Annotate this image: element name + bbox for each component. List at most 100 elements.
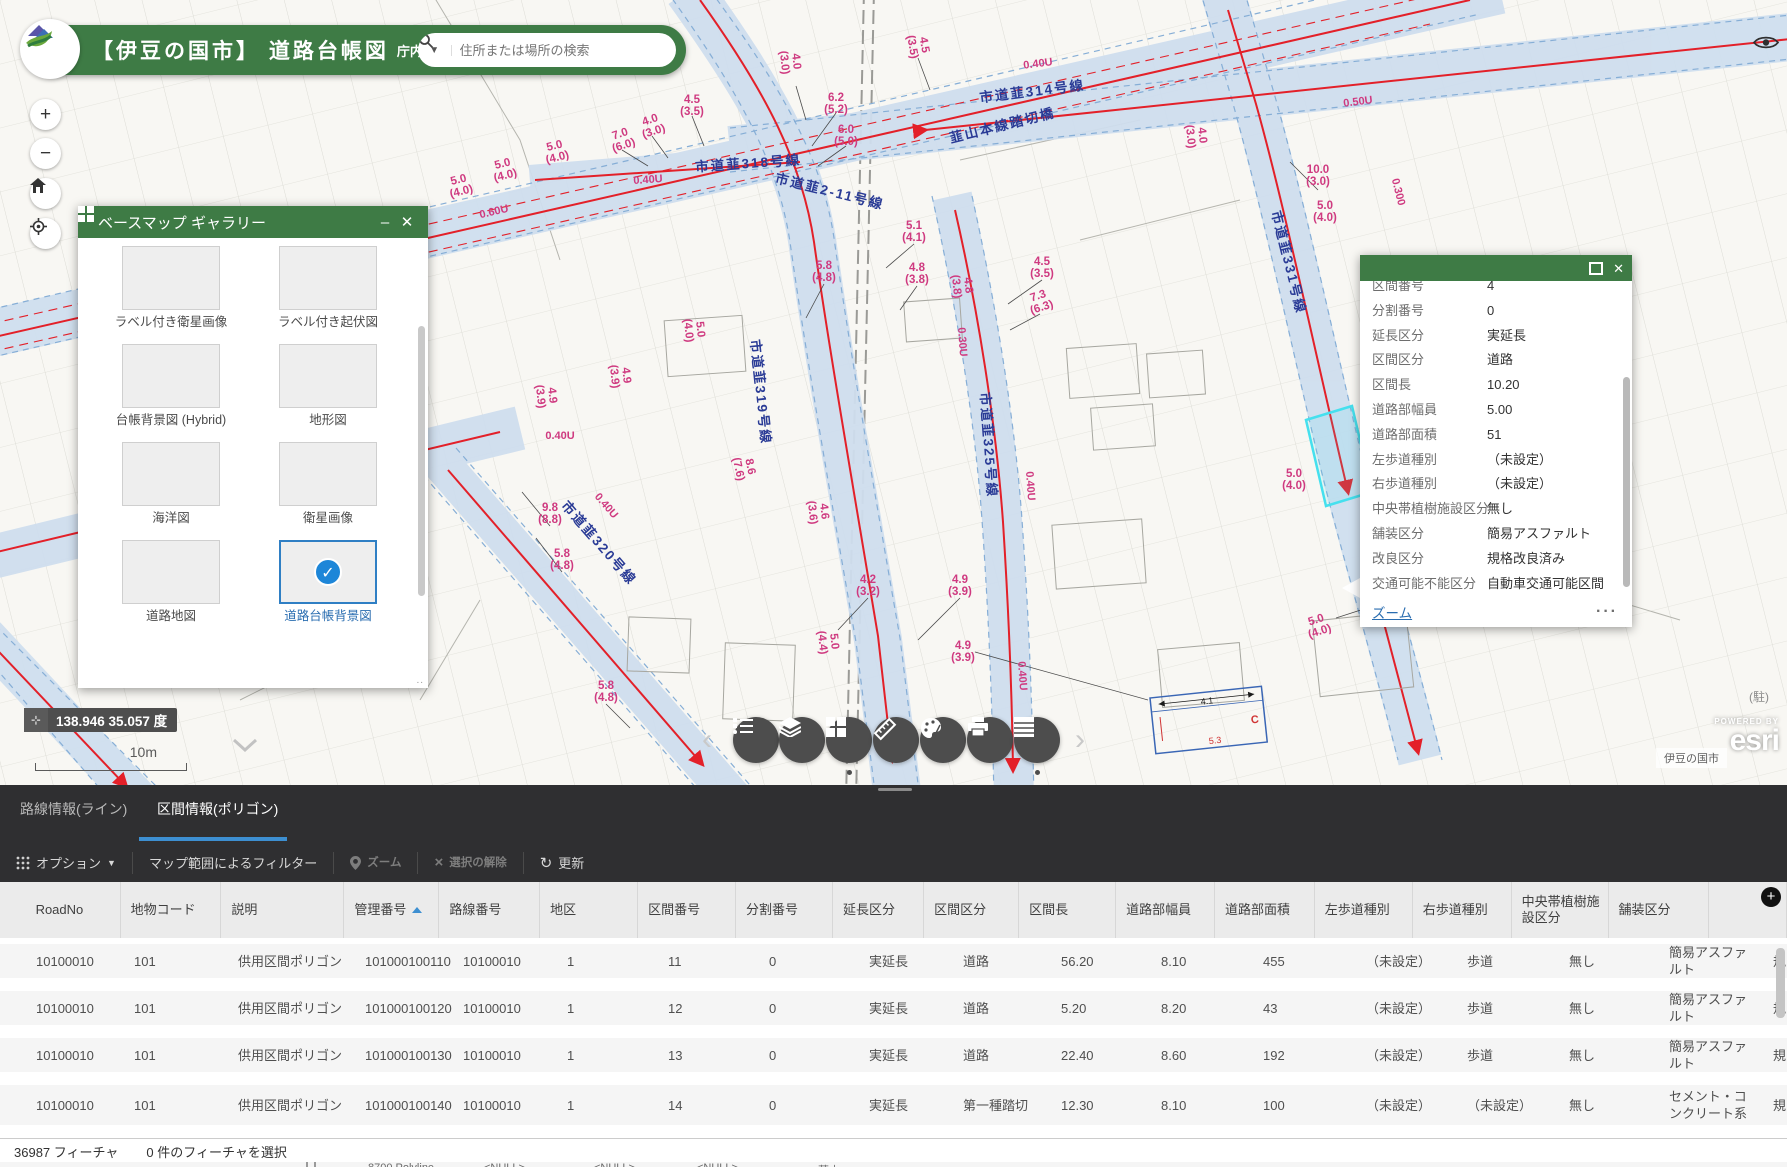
ruler-icon — [873, 717, 897, 741]
table-cell: 規 — [1763, 1097, 1787, 1114]
legend-button[interactable] — [733, 717, 779, 763]
tab-route-info[interactable]: 路線情報(ライン) — [20, 799, 127, 819]
close-icon[interactable]: ✕ — [1613, 262, 1624, 275]
attribute-table-button[interactable] — [1014, 717, 1060, 763]
column-header[interactable]: 舗装区分 — [1609, 882, 1710, 938]
column-header[interactable]: 道路部面積 — [1215, 882, 1315, 938]
basemap-item[interactable]: 道路地図 — [96, 540, 246, 624]
column-header[interactable]: 区間区分 — [924, 882, 1019, 938]
basemap-label: 衛星画像 — [253, 510, 403, 526]
column-header[interactable]: 区間番号 — [638, 882, 736, 938]
column-header[interactable]: 中央帯植樹施設区分 — [1512, 882, 1609, 938]
table-cell: 10100010 — [453, 1000, 557, 1017]
field-label: 改良区分 — [1372, 547, 1487, 572]
popup-scrollbar[interactable] — [1623, 377, 1630, 587]
column-header[interactable]: 延長区分 — [833, 882, 924, 938]
basemap-thumbnail — [122, 540, 220, 604]
search-input[interactable] — [452, 43, 644, 58]
basemap-label: 台帳背景図 (Hybrid) — [96, 412, 246, 428]
zoom-to-selection-button[interactable]: ズーム — [334, 856, 417, 870]
column-header[interactable]: 分割番号 — [736, 882, 833, 938]
column-header[interactable]: RoadNo — [26, 882, 121, 938]
layers-button[interactable] — [779, 717, 825, 763]
column-header[interactable]: 右歩道種別 — [1413, 882, 1512, 938]
column-header[interactable]: 地区 — [540, 882, 638, 938]
pin-icon — [350, 856, 361, 870]
gallery-scrollbar[interactable] — [418, 326, 425, 596]
popup-header[interactable]: ✕ — [1360, 255, 1632, 281]
field-value: 簡易アスファルト — [1487, 522, 1591, 547]
coordinate-display[interactable]: ⊹ 138.946 35.057 度 — [24, 708, 177, 732]
table-row[interactable]: 10100010101供用区間ポリゴン101000100110101000101… — [0, 944, 1787, 978]
more-actions-icon[interactable]: ··· — [1596, 603, 1618, 621]
basemap-item[interactable]: 道路台帳背景図 — [253, 540, 403, 624]
table-cell: （未設定） — [1457, 1097, 1559, 1114]
column-header[interactable]: 道路部幅員 — [1116, 882, 1215, 938]
basemap-item[interactable]: 海洋図 — [96, 442, 246, 526]
column-header[interactable]: 左歩道種別 — [1315, 882, 1413, 938]
basemap-item[interactable]: ラベル付き衛星画像 — [96, 246, 246, 330]
table-active-dot — [1035, 770, 1040, 775]
gallery-resize-handle[interactable]: .. — [416, 675, 424, 686]
basemap-gallery-header[interactable]: ベースマップ ギャラリー – ✕ — [78, 206, 428, 238]
city-logo — [20, 19, 80, 79]
popup-row: 区間区分 道路 — [1372, 348, 1632, 373]
options-menu-button[interactable]: オプション ▼ — [0, 853, 132, 872]
palette-icon — [920, 717, 942, 739]
basemap-active-dot — [847, 770, 852, 775]
crosshair-icon: ⊹ — [24, 708, 48, 732]
print-button[interactable] — [967, 717, 1013, 763]
panel-drag-handle[interactable] — [878, 788, 912, 791]
basemap-thumbnail — [122, 442, 220, 506]
legend-icon — [733, 717, 753, 735]
basemap-item[interactable]: 衛星画像 — [253, 442, 403, 526]
table-row[interactable]: 10100010101供用区間ポリゴン101000100130101000101… — [0, 1038, 1787, 1072]
draw-button[interactable] — [920, 717, 966, 763]
table-cell: 0 — [759, 1097, 859, 1114]
options-label: オプション — [36, 853, 101, 872]
map-canvas[interactable]: 4.1 5.3 C 市道韮318号線市道韮2-11号線市道韮314号線韮山本線踏… — [0, 0, 1787, 785]
toolbar-prev-chevron[interactable]: ‹ — [702, 728, 712, 752]
tab-segment-info[interactable]: 区間情報(ポリゴン) — [157, 799, 278, 819]
maximize-icon[interactable] — [1589, 262, 1603, 275]
field-label: 右歩道種別 — [1372, 472, 1487, 497]
zoom-out-button[interactable]: − — [30, 138, 61, 169]
basemap-item[interactable]: 台帳背景図 (Hybrid) — [96, 344, 246, 428]
column-header[interactable]: 地物コード — [121, 882, 222, 938]
column-header[interactable]: 区間長 — [1019, 882, 1116, 938]
field-label: 交通可能不能区分 — [1372, 572, 1487, 597]
column-header[interactable]: 路線番号 — [439, 882, 540, 938]
column-header[interactable]: 管理番号 — [344, 882, 439, 938]
table-cell: 100 — [1253, 1097, 1356, 1114]
clear-selection-button[interactable]: × 選択の解除 — [418, 857, 522, 869]
field-value: 道路 — [1487, 348, 1513, 373]
hidden-fragment: 韮山 — [818, 1162, 840, 1167]
basemap-item[interactable]: ラベル付き起伏図 — [253, 246, 403, 330]
popup-row: 右歩道種別 （未設定） — [1372, 472, 1632, 497]
popup-row: 左歩道種別 （未設定） — [1372, 448, 1632, 473]
field-value: 実延長 — [1487, 324, 1526, 349]
active-tab-underline — [139, 837, 287, 841]
table-cell: 歩道 — [1457, 1047, 1559, 1064]
close-icon[interactable]: ✕ — [396, 213, 418, 231]
table-row[interactable]: 10100010101供用区間ポリゴン101000100120101000101… — [0, 991, 1787, 1025]
zoom-to-link[interactable]: ズーム — [1372, 602, 1596, 622]
column-header[interactable]: 説明 — [221, 882, 344, 938]
minimize-icon[interactable]: – — [374, 214, 396, 231]
filter-by-map-extent-button[interactable]: マップ範囲によるフィルター — [133, 853, 333, 872]
popup-row: 道路部面積 51 — [1372, 423, 1632, 448]
table-cell: 101 — [124, 1097, 228, 1114]
measure-button[interactable] — [873, 717, 919, 763]
home-button[interactable] — [30, 178, 61, 209]
zoom-in-button[interactable]: + — [30, 99, 61, 130]
basemap-button[interactable] — [826, 717, 872, 763]
locate-button[interactable] — [30, 218, 61, 249]
table-row[interactable]: 10100010101供用区間ポリゴン101000100140101000101… — [0, 1085, 1787, 1125]
add-column-button[interactable]: + — [1761, 887, 1781, 907]
table-cell: 無し — [1559, 1047, 1659, 1064]
table-scrollbar[interactable] — [1776, 948, 1785, 1018]
refresh-button[interactable]: ↻ 更新 — [524, 853, 601, 872]
basemap-item[interactable]: 地形図 — [253, 344, 403, 428]
popup-rows: 区間番号 4 分割番号 0 延長区分 実延長 区間区分 道路 区間長 — [1360, 281, 1632, 596]
toolbar-next-chevron[interactable]: › — [1075, 728, 1085, 752]
